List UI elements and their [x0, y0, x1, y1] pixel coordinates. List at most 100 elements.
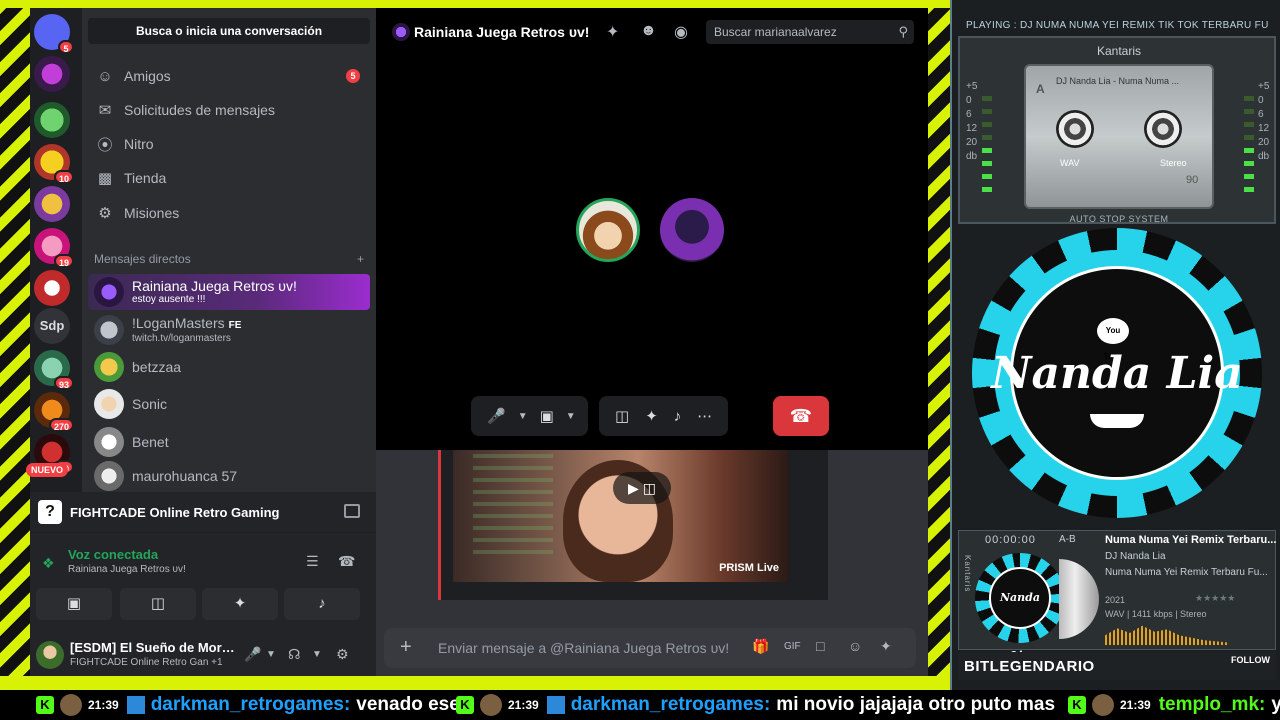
share-screen-button[interactable]: ◫: [120, 588, 196, 620]
server-icon[interactable]: [34, 186, 70, 222]
platform-icon: [126, 696, 145, 714]
headphones-icon[interactable]: ☊: [288, 646, 300, 663]
server-icon[interactable]: [34, 270, 70, 306]
stream-overlay: 5 10 19 Sdp 93 270 40 NUEVO: [0, 0, 1280, 720]
nuevo-badge: NUEVO: [26, 463, 69, 477]
server-badge: 10: [53, 170, 74, 184]
cassette-length: 90: [1186, 174, 1199, 186]
quests-icon: ⚙: [98, 205, 112, 222]
microphone-icon[interactable]: 🎤: [244, 646, 261, 663]
sticker-icon[interactable]: □: [816, 638, 824, 654]
apps-icon[interactable]: ✦: [880, 638, 892, 655]
dm-item-benet[interactable]: Benet: [88, 424, 370, 460]
server-icon[interactable]: 270: [34, 392, 74, 432]
dm-item-loganmasters[interactable]: !LoganMasters FE twitch.tv/loganmasters: [88, 312, 370, 348]
follow-label[interactable]: FOLLOW: [1231, 655, 1270, 665]
camera-off-icon[interactable]: ▣: [540, 407, 554, 425]
logo-text: Nanda Lia: [991, 348, 1243, 399]
avatar: [480, 694, 502, 716]
server-icon[interactable]: 10: [34, 144, 74, 184]
nav-message-requests[interactable]: ✉ Solicitudes de mensajes: [88, 95, 370, 125]
now-playing-marquee: PLAYING : DJ NUMA NUMA YEI REMIX TIK TOK…: [966, 20, 1269, 31]
dm-item-sonic[interactable]: Sonic: [88, 386, 370, 422]
server-icon[interactable]: [34, 102, 70, 138]
participant-avatar[interactable]: [660, 198, 724, 262]
dm-item-betzzaa[interactable]: betzzaa: [88, 349, 370, 385]
track-info: Kantaris 00:00:00 A-B Numa Numa Yei Remi…: [958, 530, 1276, 662]
activity-panel: ? FIGHTCADE Online Retro Gaming: [30, 492, 376, 532]
youtube-badge: You Tube: [1097, 318, 1129, 361]
nav-friends[interactable]: ☺ Amigos 5: [88, 61, 370, 91]
noise-suppression-icon[interactable]: ☰: [306, 553, 319, 570]
nav-shop[interactable]: ▩ Tienda: [88, 163, 370, 193]
user-profile-icon[interactable]: ◉: [674, 22, 688, 42]
pin-icon[interactable]: ✦: [606, 22, 619, 42]
plus-icon[interactable]: +: [400, 636, 412, 659]
chevron-down-icon[interactable]: ▼: [566, 411, 576, 422]
signal-icon[interactable]: ❖: [42, 555, 55, 572]
ab-repeat[interactable]: A-B: [1059, 534, 1076, 545]
chevron-down-icon[interactable]: ▼: [518, 411, 528, 422]
composer-placeholder: Enviar mensaje a @Rainiana Juega Retros …: [438, 640, 730, 656]
ticker-text: mi novio jajajaja otro puto mas: [776, 694, 1056, 715]
track-album: Numa Numa Yei Remix Terbaru Fu...: [1105, 567, 1268, 578]
call-search-input[interactable]: Buscar marianaalvarez ⚲: [706, 20, 914, 44]
ship-icon: [1090, 414, 1144, 428]
stream-preview[interactable]: ▶ ◫ PRISM Live: [438, 450, 828, 600]
nav-quests[interactable]: ⚙ Misiones: [88, 198, 370, 228]
discord-home-button[interactable]: 5: [34, 14, 74, 54]
avatar: [94, 315, 124, 345]
track-year: 2021: [1105, 595, 1126, 605]
gif-icon[interactable]: GIF: [784, 641, 801, 652]
avatar: [94, 427, 124, 457]
cassette-mode: Stereo: [1160, 158, 1187, 168]
server-icon[interactable]: [34, 56, 70, 92]
popout-icon[interactable]: [344, 504, 360, 518]
track-time: 00:00:00: [985, 534, 1036, 546]
camera-off-button[interactable]: ▣: [36, 588, 112, 620]
voice-status: Voz conectada: [68, 547, 159, 562]
avatar: [94, 277, 124, 307]
dm-item-rainiana[interactable]: Rainiana Juega Retros υv! estoy ausente …: [88, 274, 370, 310]
ticker-text: y: [1271, 694, 1280, 715]
dm-item-maurohuanca[interactable]: maurohuanca 57: [88, 461, 370, 491]
soundboard-icon[interactable]: ♪: [674, 408, 682, 425]
server-icon[interactable]: 19: [34, 228, 74, 268]
ticker-user: templo_mk:: [1158, 694, 1266, 715]
dm-name: maurohuanca 57: [132, 467, 238, 484]
hang-up-button[interactable]: ☎: [773, 396, 829, 436]
server-icon[interactable]: 93: [34, 350, 74, 390]
activities-icon[interactable]: ✦: [645, 407, 658, 425]
disconnect-icon[interactable]: ☎: [338, 553, 355, 570]
voice-connected-panel: ❖ Voz conectada Rainiana Juega Retros υv…: [30, 532, 376, 634]
voice-channel[interactable]: Rainiana Juega Retros υv!: [68, 564, 186, 575]
emoji-icon[interactable]: ☺: [848, 638, 862, 654]
add-dm-button[interactable]: +: [357, 252, 364, 266]
more-icon[interactable]: ⋯: [697, 407, 712, 425]
settings-gear-icon[interactable]: ⚙: [336, 646, 349, 663]
track-artist: DJ Nanda Lia: [1105, 551, 1166, 562]
soundboard-button[interactable]: ♪: [284, 588, 360, 620]
add-friend-icon[interactable]: ☻: [640, 22, 657, 40]
nanda-lia-logo: You Tube Nanda Lia: [972, 228, 1262, 518]
chat-ticker: K 21:39 darkman_retrogames: venado ese K…: [0, 690, 1280, 720]
participant-avatar[interactable]: [576, 198, 640, 262]
message-composer[interactable]: + Enviar mensaje a @Rainiana Juega Retro…: [384, 628, 916, 668]
call-area: Rainiana Juega Retros υv! ✦ ☻ ◉ Buscar m…: [376, 8, 928, 450]
play-popout-button[interactable]: ▶ ◫: [613, 472, 671, 504]
user-status: FIGHTCADE Online Retro Gan +1: [70, 657, 223, 668]
ticker-time: 21:39: [508, 698, 539, 712]
conversation-search-button[interactable]: Busca o inicia una conversación: [88, 18, 370, 44]
nav-nitro[interactable]: ⦿ Nitro: [88, 129, 370, 159]
activities-button[interactable]: ✦: [202, 588, 278, 620]
music-player-widget: PLAYING : DJ NUMA NUMA YEI REMIX TIK TOK…: [950, 0, 1280, 690]
screen-share-icon[interactable]: ◫: [615, 407, 629, 425]
chevron-down-icon[interactable]: ▼: [266, 649, 276, 660]
gift-icon[interactable]: 🎁: [752, 638, 769, 655]
server-sdp[interactable]: Sdp: [34, 308, 70, 344]
ticker-user: darkman_retrogames:: [570, 694, 771, 715]
discord-window: 5 10 19 Sdp 93 270 40 NUEVO: [26, 8, 928, 676]
microphone-icon[interactable]: 🎤: [487, 407, 506, 425]
chevron-down-icon[interactable]: ▼: [312, 649, 322, 660]
avatar[interactable]: [36, 641, 64, 669]
